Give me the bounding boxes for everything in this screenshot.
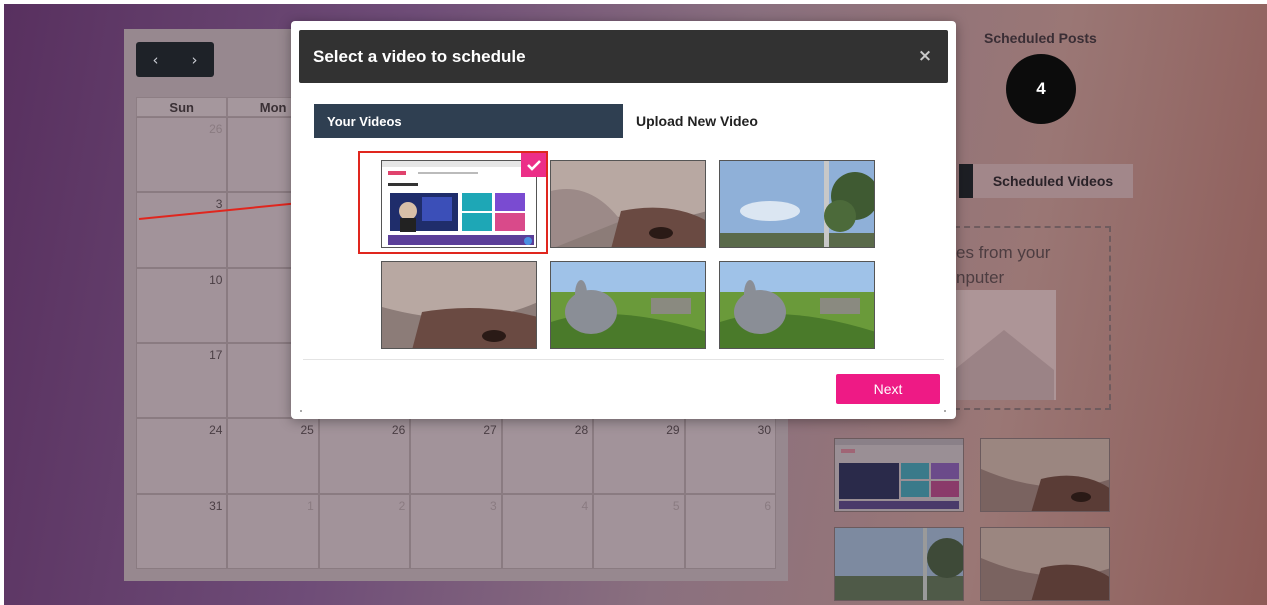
tab-upload-new-video[interactable]: Upload New Video bbox=[636, 104, 758, 138]
resize-handle bbox=[300, 410, 302, 412]
close-icon[interactable]: × bbox=[914, 43, 936, 69]
video-thumb-6[interactable] bbox=[719, 261, 875, 349]
modal-header: Select a video to schedule × bbox=[299, 30, 948, 83]
video-thumb-3[interactable] bbox=[719, 160, 875, 248]
video-thumb-5[interactable] bbox=[550, 261, 706, 349]
resize-handle bbox=[944, 410, 946, 412]
modal-divider bbox=[303, 359, 944, 360]
next-button[interactable]: Next bbox=[836, 374, 940, 404]
modal-title: Select a video to schedule bbox=[313, 47, 526, 66]
video-thumb-2[interactable] bbox=[550, 160, 706, 248]
select-video-modal: Select a video to schedule × Your Videos… bbox=[291, 21, 956, 419]
video-thumb-1[interactable] bbox=[381, 160, 537, 248]
tab-your-videos[interactable]: Your Videos bbox=[314, 104, 623, 138]
video-thumb-4[interactable] bbox=[381, 261, 537, 349]
